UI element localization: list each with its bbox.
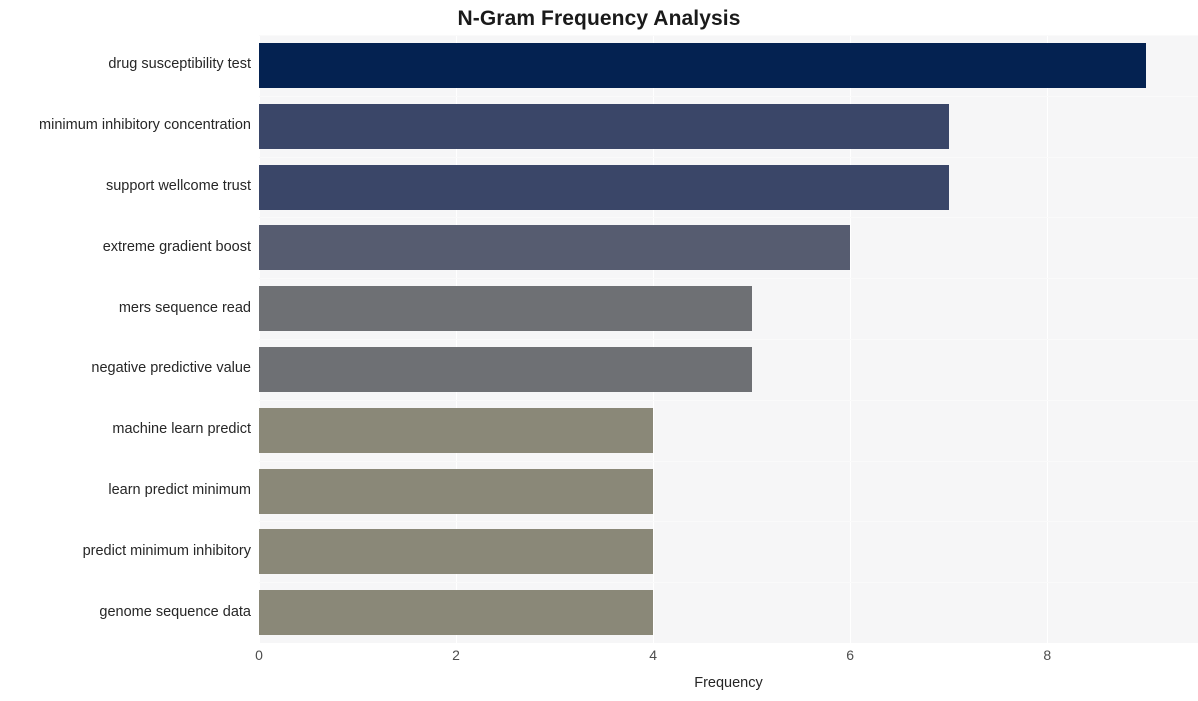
y-axis-tick-label: minimum inhibitory concentration: [39, 117, 251, 134]
x-axis-tick-label: 8: [1043, 647, 1052, 663]
y-axis-tick-label: genome sequence data: [99, 603, 251, 620]
bar[interactable]: [259, 286, 752, 332]
x-axis-tick-label: 0: [255, 647, 263, 663]
horizontal-gridline: [259, 521, 1198, 523]
bar-row: [259, 529, 1198, 575]
y-axis-tick-label: learn predict minimum: [108, 482, 251, 498]
y-axis-tick-label: machine learn predict: [112, 421, 251, 438]
bar-row: [259, 103, 1198, 149]
bar-row: [259, 225, 1198, 271]
horizontal-gridline: [259, 399, 1198, 401]
y-axis-tick-label: support wellcome trust: [105, 178, 251, 194]
horizontal-gridline: [259, 95, 1198, 97]
bar[interactable]: [259, 407, 654, 453]
y-axis-tick-labels: drug susceptibility test minimum inhibito…: [0, 35, 259, 643]
y-axis-tick-label: mers sequence read: [118, 299, 251, 316]
bar[interactable]: [259, 590, 654, 636]
bar[interactable]: [259, 164, 949, 210]
x-axis-title: Frequency: [694, 675, 763, 691]
chart-figure: N-Gram Frequency Analysis drug susceptib…: [0, 0, 1198, 701]
bar-row: [259, 164, 1198, 210]
y-axis-tick-label: extreme gradient boost: [102, 238, 251, 255]
horizontal-gridline: [259, 156, 1198, 158]
y-axis-tick-label: negative predictive value: [91, 360, 251, 377]
bar[interactable]: [259, 468, 654, 514]
x-axis-tick-labels: 0 2 4 6 8: [255, 646, 1198, 668]
bar[interactable]: [259, 529, 654, 575]
horizontal-gridline: [259, 582, 1198, 584]
horizontal-gridline: [259, 278, 1198, 280]
bar[interactable]: [259, 103, 949, 149]
bar-row: [259, 286, 1198, 332]
bar[interactable]: [259, 346, 752, 392]
horizontal-gridline: [259, 217, 1198, 219]
x-axis-tick-label: 4: [649, 647, 657, 663]
bar-row: [259, 468, 1198, 514]
bar-row: [259, 346, 1198, 392]
horizontal-gridline: [259, 35, 1198, 36]
bar-row: [259, 407, 1198, 453]
x-axis-tick-label: 6: [846, 647, 855, 663]
horizontal-gridline: [259, 460, 1198, 462]
chart-title: N-Gram Frequency Analysis: [457, 7, 741, 30]
plot-area: [259, 35, 1198, 643]
bar-row: [259, 42, 1198, 88]
x-axis-tick-label: 2: [452, 647, 460, 663]
y-axis-tick-label: drug susceptibility test: [108, 56, 251, 73]
y-axis-tick-label: predict minimum inhibitory: [82, 542, 251, 559]
horizontal-gridline: [259, 339, 1198, 340]
bar[interactable]: [259, 225, 851, 271]
bar[interactable]: [259, 42, 1146, 88]
bar-row: [259, 590, 1198, 636]
